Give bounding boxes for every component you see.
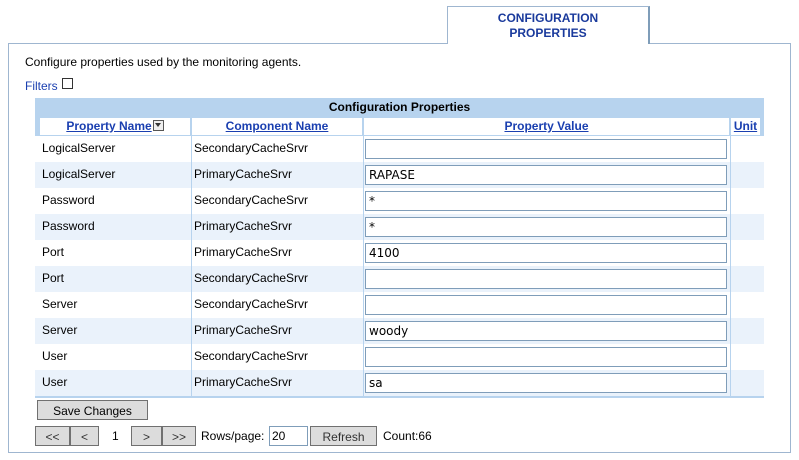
table-row: Port PrimaryCacheSrvr 4100: [35, 240, 764, 266]
property-name-cell: Server: [42, 297, 78, 311]
component-name-cell: SecondaryCacheSrvr: [194, 271, 309, 285]
table-row: Port SecondaryCacheSrvr: [35, 266, 764, 292]
property-name-cell: User: [42, 375, 68, 389]
column-header-property-value[interactable]: Property Value: [364, 118, 729, 135]
sort-dropdown-icon[interactable]: [152, 120, 164, 131]
property-name-cell: Port: [42, 271, 65, 285]
refresh-button[interactable]: Refresh: [310, 426, 377, 446]
property-value-input[interactable]: *: [365, 191, 727, 211]
next-page-button[interactable]: >: [131, 426, 162, 446]
property-value-input[interactable]: 4100: [365, 243, 727, 263]
property-value-input[interactable]: woody: [365, 321, 727, 341]
table-row: Password PrimaryCacheSrvr *: [35, 214, 764, 240]
column-header-property-name-label: Property Name: [66, 119, 152, 133]
property-name-cell: LogicalServer: [42, 141, 116, 155]
filters-label: Filters: [25, 79, 58, 93]
table-row: User PrimaryCacheSrvr sa: [35, 370, 764, 396]
tab-configuration-properties[interactable]: CONFIGURATION PROPERTIES: [447, 6, 650, 44]
previous-page-button[interactable]: <: [70, 426, 99, 446]
component-name-cell: SecondaryCacheSrvr: [194, 297, 309, 311]
property-value-input[interactable]: [365, 269, 727, 289]
page-description: Configure properties used by the monitor…: [25, 55, 302, 69]
column-header-component-name-label: Component Name: [225, 119, 329, 133]
component-name-cell: PrimaryCacheSrvr: [194, 375, 293, 389]
rows-per-page-label: Rows/page:: [201, 429, 265, 443]
component-name-cell: PrimaryCacheSrvr: [194, 219, 293, 233]
property-name-cell: Server: [42, 323, 78, 337]
column-header-component-name[interactable]: Component Name: [192, 118, 362, 135]
column-header-unit-label: Unit: [733, 119, 758, 133]
table-row: Server SecondaryCacheSrvr: [35, 292, 764, 318]
column-divider: [363, 118, 364, 396]
filters-checkbox[interactable]: [61, 78, 73, 89]
property-value-input[interactable]: [365, 139, 727, 159]
last-page-button[interactable]: >>: [162, 426, 196, 446]
configuration-grid: Configuration Properties Property Name C…: [35, 98, 764, 398]
component-name-cell: SecondaryCacheSrvr: [194, 349, 309, 363]
table-row: LogicalServer SecondaryCacheSrvr: [35, 136, 764, 162]
table-row: LogicalServer PrimaryCacheSrvr RAPASE: [35, 162, 764, 188]
column-header-property-value-label: Property Value: [504, 119, 589, 133]
table-row: Password SecondaryCacheSrvr *: [35, 188, 764, 214]
column-header-unit[interactable]: Unit: [731, 118, 760, 135]
table-row: Server PrimaryCacheSrvr woody: [35, 318, 764, 344]
save-changes-button[interactable]: Save Changes: [37, 400, 148, 420]
current-page-number: 1: [112, 429, 119, 443]
component-name-cell: SecondaryCacheSrvr: [194, 193, 309, 207]
column-divider: [730, 118, 731, 396]
table-row: User SecondaryCacheSrvr: [35, 344, 764, 370]
property-value-input[interactable]: [365, 295, 727, 315]
column-header-property-name[interactable]: Property Name: [40, 118, 190, 135]
grid-title: Configuration Properties: [328, 100, 471, 114]
component-name-cell: PrimaryCacheSrvr: [194, 323, 293, 337]
tab-label-line2: PROPERTIES: [509, 26, 587, 40]
filters-toggle[interactable]: Filters: [25, 78, 73, 93]
rows-per-page-input[interactable]: 20: [269, 426, 308, 446]
component-name-cell: PrimaryCacheSrvr: [194, 167, 293, 181]
property-name-cell: Port: [42, 245, 65, 259]
property-value-input[interactable]: sa: [365, 373, 727, 393]
property-name-cell: Password: [42, 219, 95, 233]
column-divider: [191, 118, 192, 396]
property-value-input[interactable]: [365, 347, 727, 367]
property-name-cell: Password: [42, 193, 95, 207]
component-name-cell: SecondaryCacheSrvr: [194, 141, 309, 155]
property-name-cell: LogicalServer: [42, 167, 116, 181]
property-value-input[interactable]: RAPASE: [365, 165, 727, 185]
record-count: Count:66: [383, 429, 432, 443]
component-name-cell: PrimaryCacheSrvr: [194, 245, 293, 259]
tab-label-line1: CONFIGURATION: [497, 11, 599, 25]
property-name-cell: User: [42, 349, 68, 363]
first-page-button[interactable]: <<: [35, 426, 70, 446]
property-value-input[interactable]: *: [365, 217, 727, 237]
